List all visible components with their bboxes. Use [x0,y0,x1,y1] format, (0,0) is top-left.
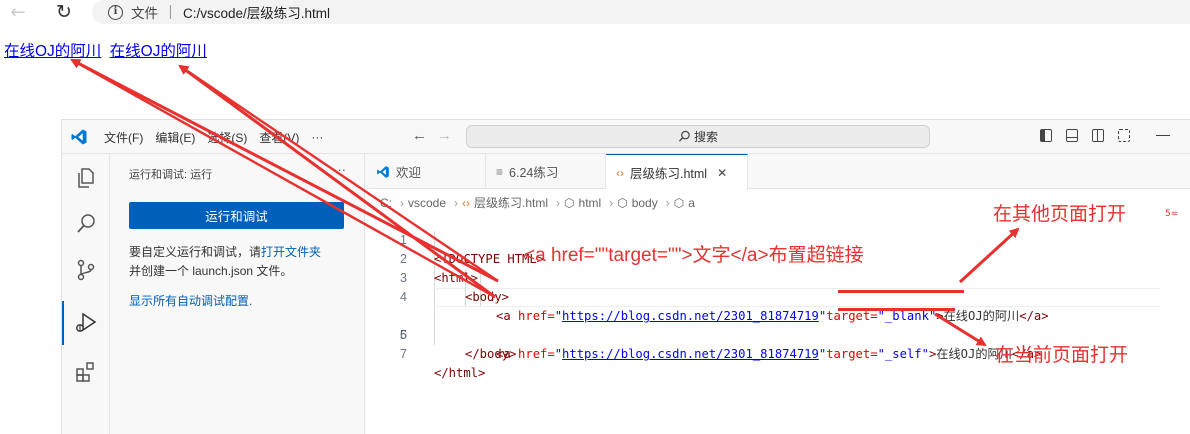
breadcrumb: C: › vscode › ‹› 层级练习.html › ⬡ html › ⬡ body… [380,194,695,211]
page-link-blank[interactable]: 在线OJ的阿川 [4,43,101,60]
tab-welcome[interactable]: 欢迎 [366,154,486,189]
annotation-open-new-page: 在其他页面打开 [993,204,1127,225]
code-body-close: </body> [465,347,517,361]
page-content: 在线OJ的阿川 在线OJ的阿川 [4,39,211,61]
vscode-window: 文件(F) 编辑(E) 选择(S) 查看(V) ··· ←→ 搜索 — 运行和调… [61,119,1190,434]
code-html-close: </html> [434,366,486,380]
minimize-icon[interactable]: — [1156,126,1170,142]
menu-bar: 文件(F) 编辑(E) 选择(S) 查看(V) ··· [104,120,335,154]
nav-back-icon[interactable]: ← [412,127,437,144]
open-folder-link[interactable]: 打开文件夹 [261,245,321,259]
activity-bar [62,154,110,434]
cube-icon: ⬡ [673,195,685,210]
sidebar-more-icon[interactable]: ··· [333,162,346,177]
code-line: 6 </body> [366,307,1190,361]
breadcrumb-html[interactable]: html [579,196,602,210]
code-editor[interactable]: 1 <!DOCTYPE HTML> 2 <html> 3 <body> 4 <a… [366,212,1190,380]
address-separator [170,5,171,19]
menu-more[interactable]: ··· [311,130,323,144]
toggle-panel-icon[interactable] [1066,129,1078,142]
run-and-debug-button[interactable]: 运行和调试 [129,202,344,229]
breadcrumb-folder[interactable]: vscode [408,196,446,210]
help-text-before: 要自定义运行和调试，请 [129,245,262,259]
close-icon[interactable]: ✕ [717,166,727,180]
code-url[interactable]: https://blog.csdn.net/2301_81874719 [562,347,819,361]
code-brackets-icon: ‹› [616,165,624,180]
reload-icon[interactable]: ↻ [50,0,78,24]
sidebar-title: 运行和调试: 运行 [129,169,213,181]
code-line-current: 5 <a href="https://blog.csdn.net/2301_81… [366,288,1190,361]
search-label: 搜索 [693,130,718,144]
page-link-self[interactable]: 在线OJ的阿川 [110,43,207,60]
command-center-search[interactable]: 搜索 [466,125,930,148]
vscode-logo-icon [377,165,389,178]
browser-toolbar: ← ↻ i 文件 C:/vscode/层级练习.html [0,0,1190,26]
breadcrumb-file[interactable]: 层级练习.html [474,194,548,211]
toggle-sidebar-icon[interactable] [1040,129,1052,142]
source-control-icon[interactable] [74,258,98,282]
breadcrumb-body[interactable]: body [632,196,658,210]
vscode-titlebar: 文件(F) 编辑(E) 选择(S) 查看(V) ··· ←→ 搜索 — [62,120,1190,154]
code-href: href= [518,347,555,361]
cube-icon: ⬡ [564,195,575,210]
code-brackets-icon: ‹› [462,195,471,210]
tab-6-24-practice[interactable]: ≡ 6.24练习 [486,154,606,189]
menu-selection[interactable]: 选择(S) [207,129,247,146]
minimap-thumb: 5= [1165,209,1179,219]
explorer-icon[interactable] [74,166,98,190]
annotation-open-current-page: 在当前页面打开 [995,345,1129,366]
current-line-highlight [434,288,1160,307]
menu-view[interactable]: 查看(V) [259,129,299,146]
history-nav: ←→ [412,127,462,144]
run-debug-sidebar: 运行和调试: 运行 ··· 运行和调试 要自定义运行和调试，请打开文件夹并创建一… [111,154,365,434]
code-line: 4 <a href="https://blog.csdn.net/2301_81… [366,269,1190,323]
cube-icon: ⬡ [617,195,628,210]
file-lines-icon: ≡ [496,164,504,179]
nav-forward-icon[interactable]: → [437,127,462,144]
editor-tabs: 欢迎 ≡ 6.24练习 ‹› 层级练习.html ✕ [366,154,1190,190]
search-icon [678,130,690,142]
toggle-secondary-sidebar-icon[interactable] [1092,129,1104,142]
tab-label: 欢迎 [396,166,422,180]
address-scheme-label: 文件 [131,6,158,21]
help-text-after: 并创建一个 launch.json 文件。 [129,264,293,278]
tab-label: 6.24练习 [509,166,559,180]
active-view-indicator [62,301,64,345]
annotation-underline-blank [838,290,964,293]
back-arrow-icon[interactable]: ← [4,0,32,24]
customize-layout-icon[interactable] [1118,129,1130,142]
address-bar[interactable]: i 文件 C:/vscode/层级练习.html [92,0,1190,24]
search-icon[interactable] [74,212,98,236]
sidebar-help-text: 要自定义运行和调试，请打开文件夹并创建一个 launch.json 文件。 [129,243,354,281]
annotation-hyperlink-syntax: <a href=""target="">文字</a>布置超链接 [524,245,864,266]
breadcrumb-drive[interactable]: C: [380,196,392,210]
code-quote: " [554,347,563,361]
show-auto-debug-configs-link[interactable]: 显示所有自动调试配置. [129,292,252,309]
info-icon[interactable]: i [108,4,123,20]
breadcrumb-a[interactable]: a [688,196,695,210]
code-target-self: "_self" [877,347,929,361]
code-target: target= [826,347,878,361]
menu-edit[interactable]: 编辑(E) [155,129,195,146]
menu-file[interactable]: 文件(F) [104,129,143,146]
run-debug-icon[interactable] [74,311,98,335]
editor-area: 欢迎 ≡ 6.24练习 ‹› 层级练习.html ✕ C: › vscode › ‹… [366,154,1190,434]
line-number: 7 [400,347,407,361]
extensions-icon[interactable] [74,360,98,384]
vscode-logo-icon [71,129,87,145]
tab-label: 层级练习.html [630,167,708,181]
tab-hierarchy-practice[interactable]: ‹› 层级练习.html ✕ [606,154,748,190]
annotation-underline-self [838,308,955,311]
address-url[interactable]: C:/vscode/层级练习.html [183,2,330,22]
layout-controls [1040,129,1144,142]
